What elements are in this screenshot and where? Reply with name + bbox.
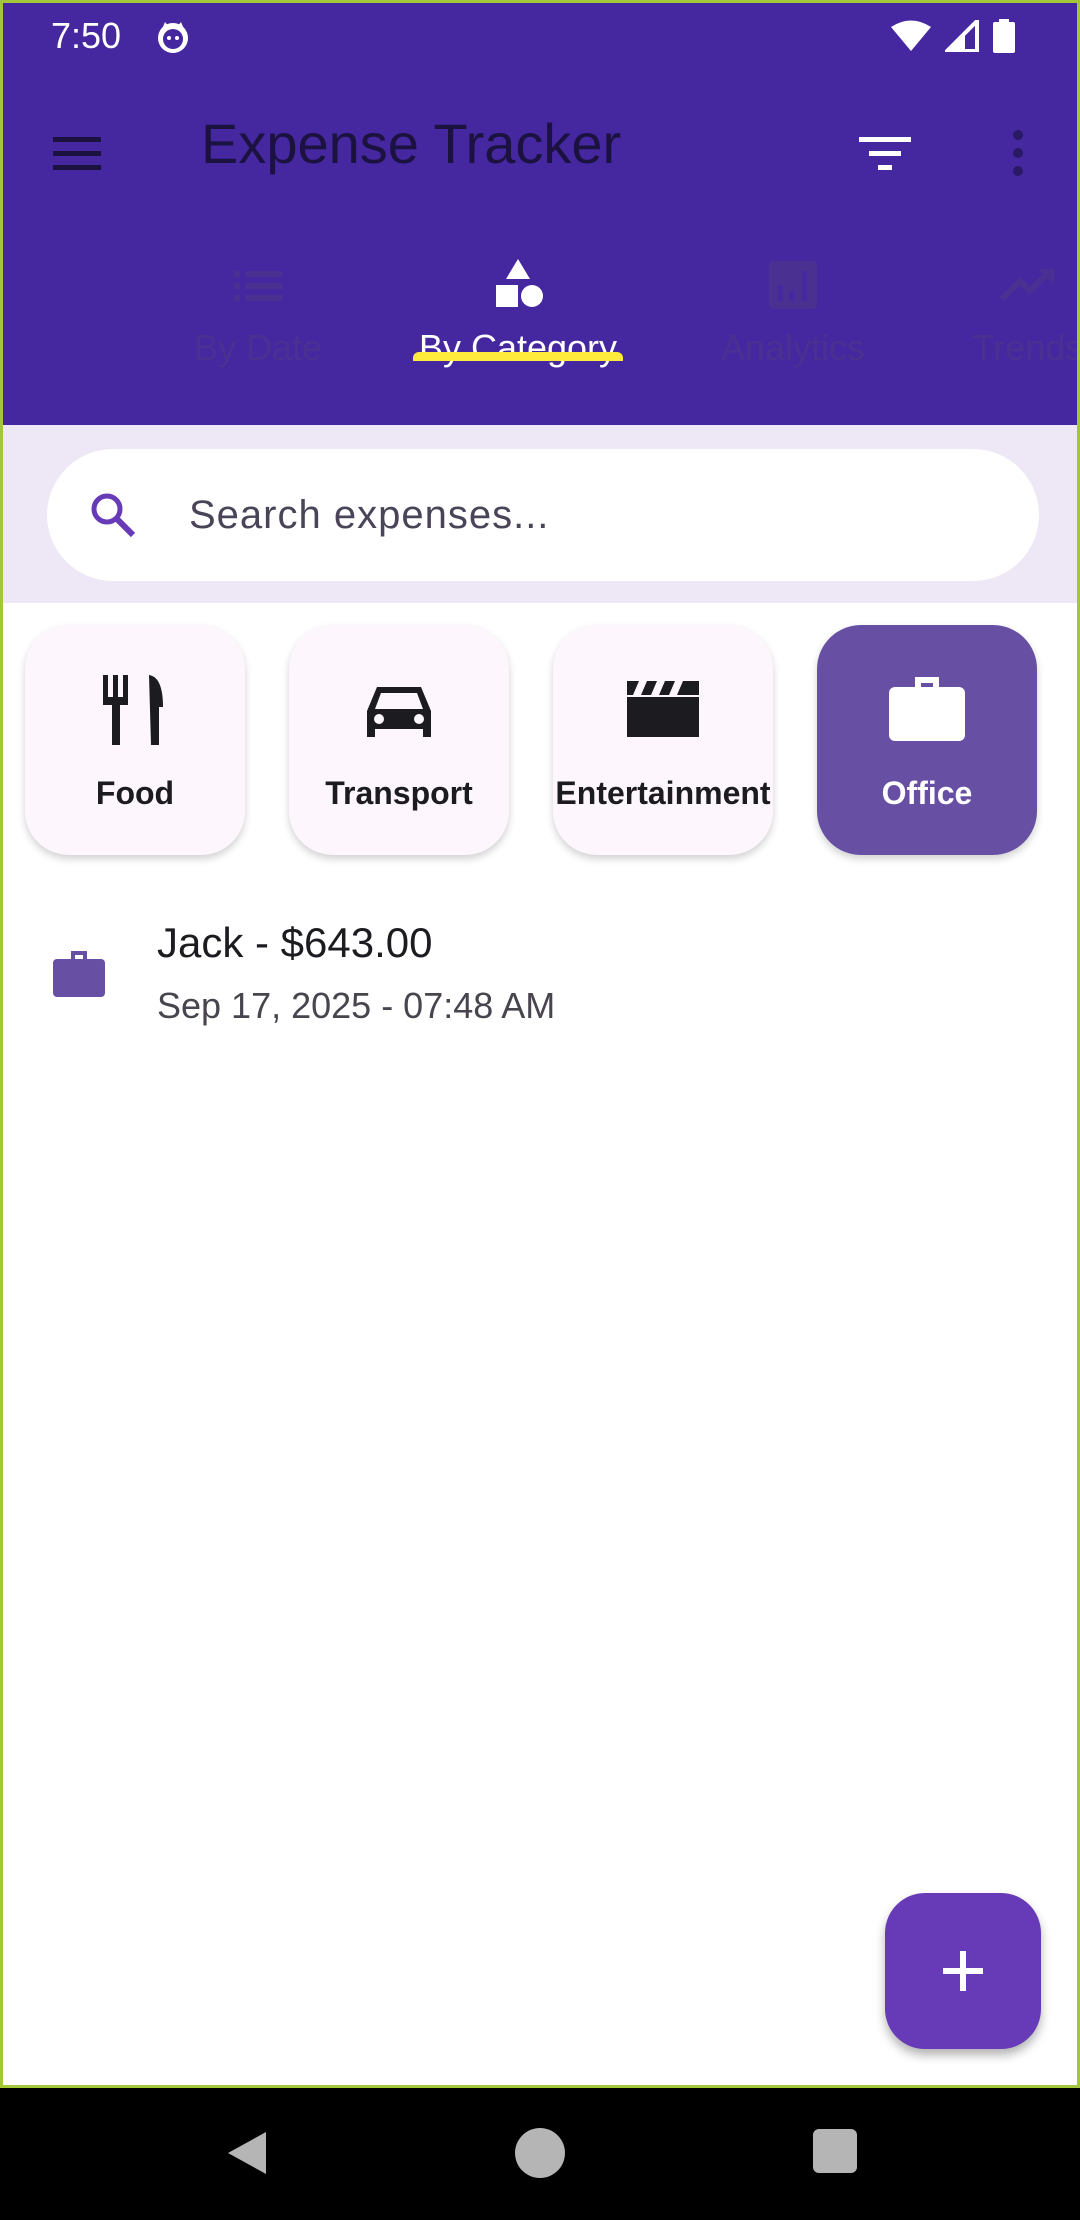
category-shapes-icon [496, 259, 543, 307]
status-time: 7:50 [51, 15, 122, 56]
battery-icon [993, 19, 1015, 53]
category-label: Office [881, 775, 973, 811]
filter-icon[interactable] [855, 123, 915, 183]
trending-up-icon [999, 269, 1054, 302]
tab-label: Analytics [720, 327, 866, 368]
tab-by-category[interactable]: By Category [393, 255, 643, 425]
system-nav-bar [0, 2088, 1080, 2220]
signal-icon [945, 20, 979, 52]
movie-clapper-icon [627, 681, 699, 737]
status-bar: 7:50 [3, 3, 1077, 69]
category-transport[interactable]: Transport [289, 625, 509, 855]
recents-icon[interactable] [813, 2129, 857, 2173]
more-vert-icon[interactable] [1003, 123, 1033, 183]
category-label: Entertainment [555, 775, 771, 811]
tab-analytics[interactable]: Analytics [693, 255, 893, 425]
tab-label: By Category [418, 327, 618, 368]
search-area [3, 425, 1077, 603]
app-screen: 7:50 Expense Tracker By Date By Category… [0, 0, 1080, 2088]
category-selector: Food Transport Entertainment Office [3, 603, 1077, 879]
search-bar[interactable] [47, 449, 1039, 581]
search-icon [91, 493, 136, 538]
tab-trends[interactable]: Trends [943, 255, 1080, 425]
tab-label: By Date [193, 327, 323, 368]
app-bar: Expense Tracker By Date By Category Anal… [3, 69, 1080, 425]
expense-title: Jack - $643.00 [157, 919, 433, 966]
add-expense-button[interactable] [885, 1893, 1041, 2049]
tab-bar: By Date By Category Analytics Trends [3, 255, 1080, 425]
tab-indicator [413, 352, 623, 361]
wifi-icon [891, 20, 931, 51]
status-icons [891, 19, 1015, 53]
analytics-icon [769, 261, 817, 309]
back-icon[interactable] [222, 2128, 272, 2178]
plus-icon [943, 1951, 983, 1991]
category-office[interactable]: Office [817, 625, 1037, 855]
category-label: Transport [325, 775, 473, 811]
expense-date: Sep 17, 2025 - 07:48 AM [157, 985, 556, 1026]
category-label: Food [95, 775, 175, 811]
home-icon[interactable] [515, 2128, 565, 2178]
briefcase-icon [889, 677, 965, 741]
expense-list-item[interactable]: Jack - $643.00 Sep 17, 2025 - 07:48 AM [3, 903, 1077, 1063]
tab-label: Trends [972, 327, 1080, 368]
search-input[interactable] [189, 479, 989, 551]
tab-by-date[interactable]: By Date [153, 255, 363, 425]
car-icon [367, 687, 431, 737]
category-entertainment[interactable]: Entertainment [553, 625, 773, 855]
app-title: Expense Tracker [201, 112, 622, 175]
menu-icon[interactable] [49, 125, 105, 181]
briefcase-icon [53, 951, 105, 997]
notification-cat-icon [158, 22, 188, 53]
restaurant-icon [103, 675, 163, 745]
list-icon [234, 271, 282, 301]
category-food[interactable]: Food [25, 625, 245, 855]
